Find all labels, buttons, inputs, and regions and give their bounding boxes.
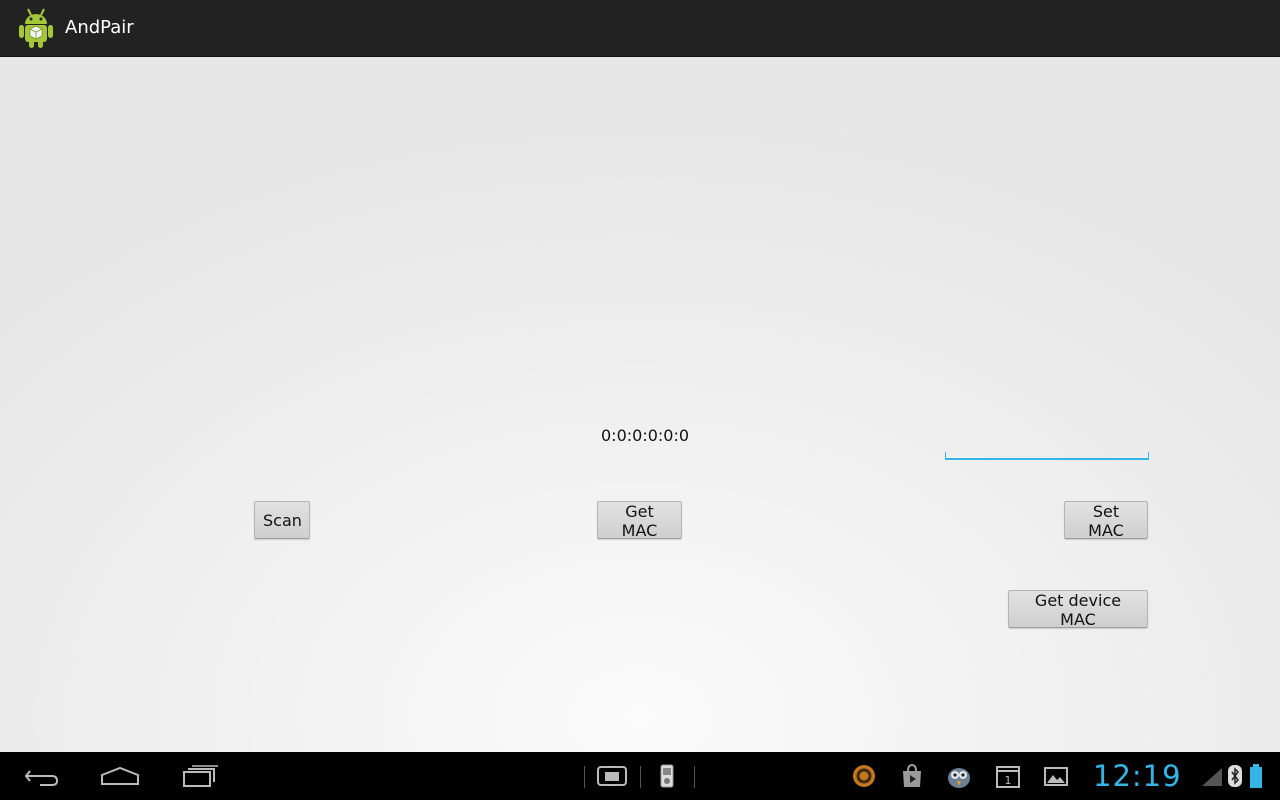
bluetooth-icon (1228, 765, 1242, 787)
recent-apps-icon[interactable] (176, 760, 224, 792)
notification-separator-right (694, 766, 695, 788)
main-content (0, 57, 1280, 752)
set-mac-button[interactable]: Set MAC (1064, 501, 1148, 540)
signal-icon (1202, 768, 1222, 786)
battery-icon (1250, 764, 1262, 788)
mac-address-display: 0:0:0:0:0:0 (601, 426, 690, 445)
action-bar: AndPair (0, 0, 1280, 57)
android-robot-icon[interactable] (16, 6, 56, 50)
scan-button[interactable]: Scan (254, 501, 310, 539)
notification-separator-mid (640, 766, 641, 788)
gallery-icon[interactable] (1042, 762, 1070, 790)
mac-address-input[interactable] (945, 430, 1149, 460)
home-icon[interactable] (96, 760, 144, 792)
back-icon[interactable] (16, 760, 64, 792)
get-mac-button[interactable]: Get MAC (597, 501, 682, 540)
calendar-icon[interactable]: 1 (994, 762, 1022, 790)
get-device-mac-button[interactable]: Get device MAC (1008, 590, 1148, 629)
bird-app-icon[interactable] (944, 762, 974, 790)
app-title: AndPair (65, 17, 134, 38)
usb-device-icon[interactable] (658, 762, 676, 790)
clock[interactable]: 12:19 (1093, 758, 1182, 794)
app-notification-icon[interactable] (850, 762, 878, 790)
screenshot-icon[interactable] (596, 762, 628, 790)
calendar-day: 1 (1005, 774, 1012, 787)
notification-separator-left (584, 766, 585, 788)
play-store-icon[interactable] (898, 762, 926, 790)
